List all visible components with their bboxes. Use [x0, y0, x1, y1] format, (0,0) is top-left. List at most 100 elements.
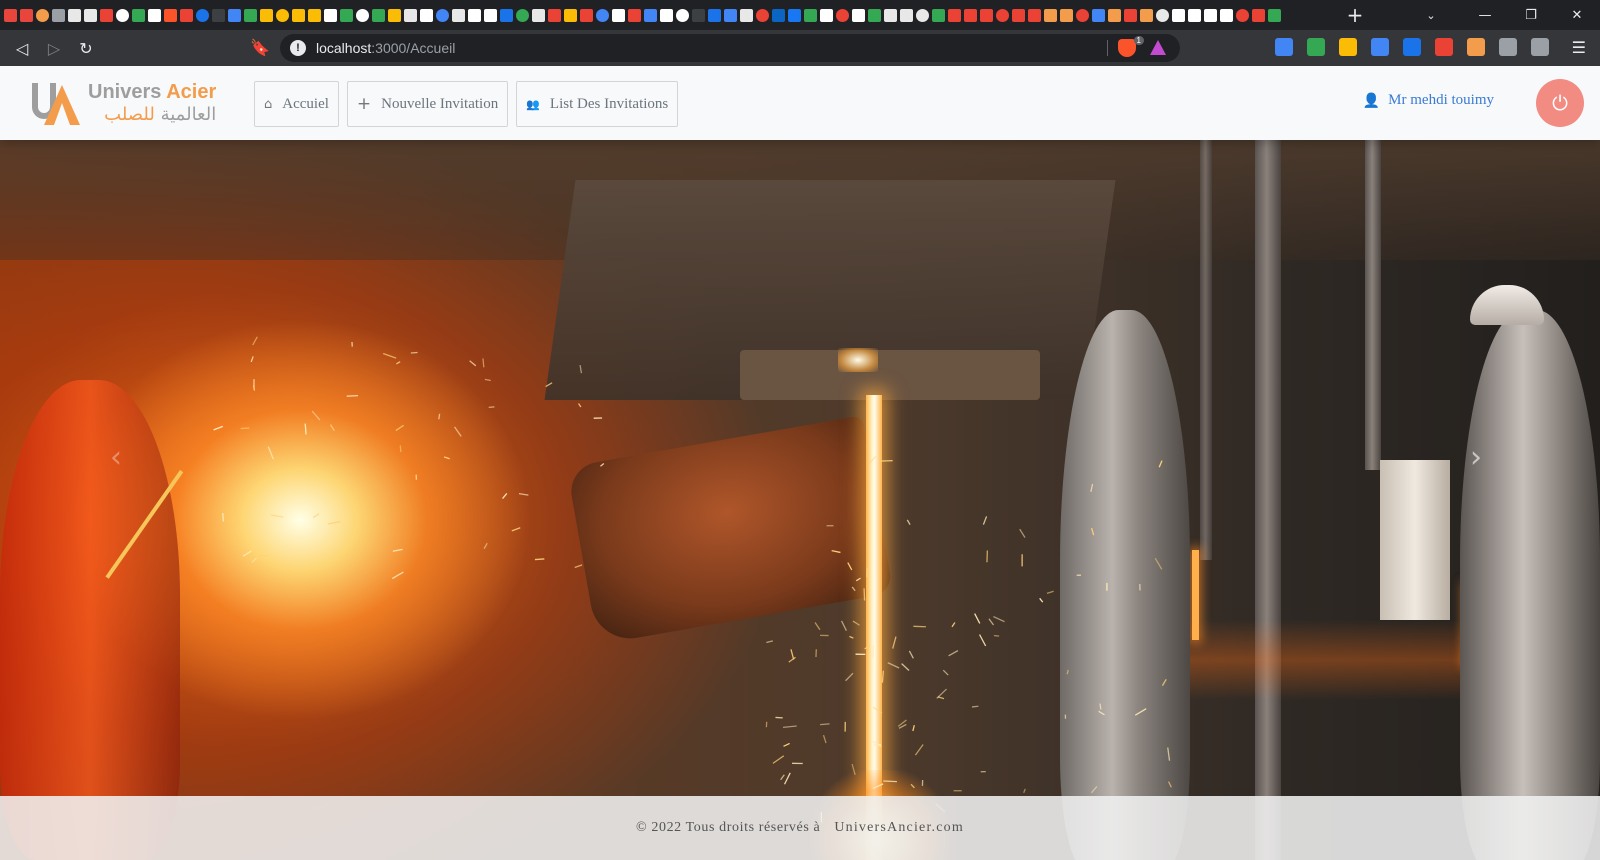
pinned-tab-favicon-icon[interactable] [916, 8, 929, 22]
pinned-tab-favicon-icon[interactable] [100, 8, 113, 22]
pinned-tab-favicon-icon[interactable] [740, 8, 753, 22]
extension-icon[interactable] [1275, 38, 1293, 56]
carousel-prev-chevron-icon[interactable]: ‹ [110, 440, 122, 475]
user-profile-link[interactable]: 👤 Mr mehdi touimy [1363, 92, 1494, 109]
pinned-tab-favicon-icon[interactable] [244, 8, 257, 22]
pinned-tab-favicon-icon[interactable] [164, 8, 177, 22]
pinned-tab-favicon-icon[interactable] [1156, 8, 1169, 22]
pinned-tab-favicon-icon[interactable] [772, 8, 785, 22]
pinned-tab-favicon-icon[interactable] [868, 8, 881, 22]
pinned-tab-favicon-icon[interactable] [340, 8, 353, 22]
close-icon[interactable]: ✕ [1554, 0, 1600, 30]
pinned-tab-favicon-icon[interactable] [468, 8, 481, 22]
pinned-tab-favicon-icon[interactable] [628, 8, 641, 22]
pinned-tab-favicon-icon[interactable] [404, 8, 417, 22]
pinned-tab-favicon-icon[interactable] [884, 8, 897, 22]
bookmark-icon[interactable]: 🔖 [250, 38, 270, 57]
reload-icon[interactable]: ↻ [70, 32, 102, 64]
pinned-tab-favicon-icon[interactable] [308, 8, 321, 22]
pinned-tab-favicon-icon[interactable] [68, 8, 81, 22]
pinned-tab-favicon-icon[interactable] [516, 8, 529, 22]
pinned-tab-favicon-icon[interactable] [548, 8, 561, 22]
pinned-tab-favicon-icon[interactable] [116, 8, 129, 22]
pinned-tab-favicon-icon[interactable] [1012, 8, 1025, 22]
pinned-tab-favicon-icon[interactable] [1124, 8, 1137, 22]
pinned-tab-favicon-icon[interactable] [1060, 8, 1073, 22]
pinned-tab-favicon-icon[interactable] [804, 8, 817, 22]
pinned-tab-favicon-icon[interactable] [148, 8, 161, 22]
pinned-tab-favicon-icon[interactable] [1076, 8, 1089, 22]
extension-icon[interactable] [1531, 38, 1549, 56]
pinned-tab-favicon-icon[interactable] [356, 8, 369, 22]
pinned-tab-favicon-icon[interactable] [996, 8, 1009, 22]
pinned-tab-favicon-icon[interactable] [20, 8, 33, 22]
pinned-tab-favicon-icon[interactable] [292, 8, 305, 22]
pinned-tab-favicon-icon[interactable] [372, 8, 385, 22]
pinned-tab-favicon-icon[interactable] [948, 8, 961, 22]
pinned-tab-favicon-icon[interactable] [1204, 8, 1217, 22]
pinned-tab-favicon-icon[interactable] [260, 8, 273, 22]
restore-icon[interactable]: ❐ [1508, 0, 1554, 30]
pinned-tab-favicon-icon[interactable] [84, 8, 97, 22]
pinned-tab-favicon-icon[interactable] [4, 8, 17, 22]
pinned-tab-favicon-icon[interactable] [212, 8, 225, 22]
menu-icon[interactable]: ☰ [1572, 38, 1586, 57]
extension-icon[interactable] [1499, 38, 1517, 56]
pinned-tab-favicon-icon[interactable] [1252, 8, 1265, 22]
address-bar[interactable]: ! localhost:3000/Accueil 1 [280, 34, 1180, 62]
pinned-tab-favicon-icon[interactable] [228, 8, 241, 22]
univers-acier-logo[interactable]: Univers Acier العالمية للصلب [30, 76, 220, 132]
pinned-tab-favicon-icon[interactable] [756, 8, 769, 22]
extension-icon[interactable] [1371, 38, 1389, 56]
pinned-tab-favicon-icon[interactable] [900, 8, 913, 22]
pinned-tab-favicon-icon[interactable] [708, 8, 721, 22]
pinned-tab-favicon-icon[interactable] [276, 8, 289, 22]
pinned-tab-favicon-icon[interactable] [1172, 8, 1185, 22]
forward-icon[interactable]: ▷ [38, 32, 70, 64]
pinned-tab-favicon-icon[interactable] [564, 8, 577, 22]
pinned-tab-favicon-icon[interactable] [420, 8, 433, 22]
pinned-tab-favicon-icon[interactable] [36, 8, 49, 22]
carousel-next-chevron-icon[interactable]: › [1470, 440, 1482, 475]
pinned-tab-favicon-icon[interactable] [52, 8, 65, 22]
pinned-tab-favicon-icon[interactable] [1140, 8, 1153, 22]
pinned-tab-favicon-icon[interactable] [644, 8, 657, 22]
tab-search-chevron-icon[interactable]: ⌄ [1416, 0, 1446, 30]
pinned-tab-favicon-icon[interactable] [852, 8, 865, 22]
pinned-tab-favicon-icon[interactable] [1188, 8, 1201, 22]
pinned-tab-favicon-icon[interactable] [964, 8, 977, 22]
pinned-tab-favicon-icon[interactable] [980, 8, 993, 22]
pinned-tab-favicon-icon[interactable] [692, 8, 705, 22]
pinned-tab-favicon-icon[interactable] [388, 8, 401, 22]
pinned-tab-favicon-icon[interactable] [932, 8, 945, 22]
pinned-tab-favicon-icon[interactable] [324, 8, 337, 22]
site-info-icon[interactable]: ! [290, 40, 306, 56]
pinned-tab-favicon-icon[interactable] [452, 8, 465, 22]
brave-rewards-icon[interactable] [1150, 40, 1166, 55]
pinned-tab-favicon-icon[interactable] [676, 8, 689, 22]
pinned-tab-favicon-icon[interactable] [532, 8, 545, 22]
pinned-tab-favicon-icon[interactable] [132, 8, 145, 22]
pinned-tab-favicon-icon[interactable] [660, 8, 673, 22]
extension-icon[interactable] [1467, 38, 1485, 56]
pinned-tab-favicon-icon[interactable] [1108, 8, 1121, 22]
pinned-tab-favicon-icon[interactable] [1044, 8, 1057, 22]
pinned-tab-favicon-icon[interactable] [820, 8, 833, 22]
nav-list-invitations-button[interactable]: 👥 List Des Invitations [516, 81, 679, 127]
pinned-tab-favicon-icon[interactable] [836, 8, 849, 22]
pinned-tab-favicon-icon[interactable] [1236, 8, 1249, 22]
back-icon[interactable]: ◁ [6, 32, 38, 64]
new-tab-button[interactable]: + [1340, 0, 1370, 30]
minimize-icon[interactable]: — [1462, 0, 1508, 30]
extension-icon[interactable] [1307, 38, 1325, 56]
nav-nouvelle-invitation-button[interactable]: + Nouvelle Invitation [346, 81, 509, 127]
pinned-tab-favicon-icon[interactable] [196, 8, 209, 22]
pinned-tab-favicon-icon[interactable] [500, 8, 513, 22]
pinned-tab-favicon-icon[interactable] [484, 8, 497, 22]
extension-icon[interactable] [1403, 38, 1421, 56]
pinned-tab-favicon-icon[interactable] [1028, 8, 1041, 22]
pinned-tab-favicon-icon[interactable] [180, 8, 193, 22]
extension-icon[interactable] [1339, 38, 1357, 56]
pinned-tab-favicon-icon[interactable] [596, 8, 609, 22]
pinned-tab-favicon-icon[interactable] [1268, 8, 1281, 22]
